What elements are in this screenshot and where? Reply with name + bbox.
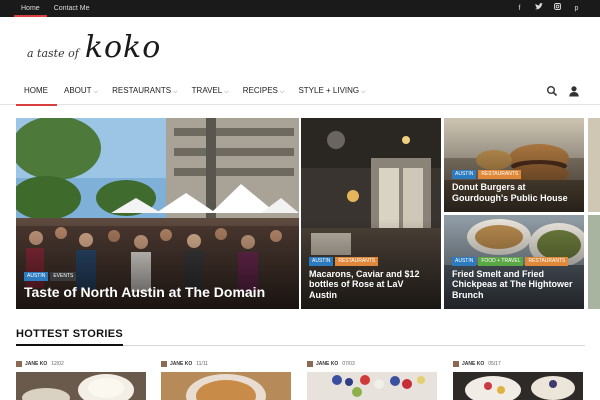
nav-item-restaurants[interactable]: RESTAURANTS ⌵ <box>105 78 185 105</box>
avatar <box>453 361 459 367</box>
post-date: 11/11 <box>196 361 209 367</box>
story-thumbnail-3[interactable] <box>307 372 437 400</box>
featured-image-partial <box>588 118 600 309</box>
story-thumbnail-4[interactable] <box>453 372 583 400</box>
tag-list: AUSTIN RESTAURANTS <box>452 170 576 180</box>
post-date: 07/03 <box>342 361 355 367</box>
story-image-1 <box>16 372 146 400</box>
nav-item-label: HOME <box>24 86 48 95</box>
story-image-3 <box>307 372 437 400</box>
tag-list: AUSTIN EVENTS <box>24 272 291 282</box>
avatar <box>307 361 313 367</box>
featured-post-2[interactable]: AUSTIN RESTAURANTS Macarons, Caviar and … <box>301 118 441 309</box>
chevron-down-icon: ⌵ <box>279 89 285 95</box>
tag-restaurants[interactable]: RESTAURANTS <box>335 256 379 266</box>
featured-overlay-4: AUSTIN FOOD + TRAVEL RESTAURANTS Fried S… <box>444 218 584 309</box>
story-thumbnail-1[interactable] <box>16 372 146 400</box>
avatar <box>161 361 167 367</box>
top-link-contact[interactable]: Contact Me <box>47 0 97 17</box>
section-header: HOTTEST STORIES <box>16 324 585 346</box>
tag-food-travel[interactable]: FOOD + TRAVEL <box>478 256 524 266</box>
nav-item-label: RESTAURANTS <box>112 86 172 95</box>
featured-post-4[interactable]: AUSTIN FOOD + TRAVEL RESTAURANTS Fried S… <box>444 215 584 309</box>
top-link-home[interactable]: Home <box>14 0 47 17</box>
logo-tagline: a taste of <box>27 47 79 60</box>
nav-item-label: ABOUT <box>64 86 92 95</box>
avatar <box>16 361 22 367</box>
tag-list: AUSTIN FOOD + TRAVEL RESTAURANTS <box>452 256 576 266</box>
featured-title-2[interactable]: Macarons, Caviar and $12 bottles of Rose… <box>309 269 433 301</box>
story-image-2 <box>161 372 291 400</box>
tag-austin[interactable]: AUSTIN <box>452 256 477 266</box>
featured-post-3[interactable]: AUSTIN RESTAURANTS Donut Burgers at Gour… <box>444 118 584 212</box>
pinterest-icon[interactable]: p <box>567 0 586 17</box>
nav-item-recipes[interactable]: RECIPES ⌵ <box>236 78 292 105</box>
story-meta-4: JANE KO 05/17 <box>453 360 501 368</box>
nav-item-home[interactable]: HOME <box>16 78 57 106</box>
nav-item-label: RECIPES <box>242 86 278 95</box>
featured-title-1[interactable]: Taste of North Austin at The Domain <box>24 284 291 301</box>
site-logo[interactable]: a taste of koko <box>27 30 161 66</box>
nav-item-about[interactable]: ABOUT ⌵ <box>57 78 105 105</box>
nav-item-label: TRAVEL <box>191 86 223 95</box>
author-name[interactable]: JANE KO <box>316 361 338 367</box>
main-nav: HOME ABOUT ⌵ RESTAURANTS ⌵ TRAVEL ⌵ RECIPES… <box>0 78 600 106</box>
author-name[interactable]: JANE KO <box>25 361 47 367</box>
chevron-down-icon: ⌵ <box>93 89 99 95</box>
tag-austin[interactable]: AUSTIN <box>452 170 477 180</box>
chevron-down-icon: ⌵ <box>361 89 366 95</box>
tag-restaurants[interactable]: RESTAURANTS <box>525 256 569 266</box>
author-name[interactable]: JANE KO <box>170 361 192 367</box>
story-thumbnail-2[interactable] <box>161 372 291 400</box>
top-nav: Home Contact Me <box>14 0 96 17</box>
featured-post-1[interactable]: AUSTIN EVENTS Taste of North Austin at T… <box>16 118 299 309</box>
tag-austin[interactable]: AUSTIN <box>309 256 334 266</box>
facebook-icon[interactable]: f <box>510 0 529 17</box>
twitter-icon[interactable] <box>529 0 548 17</box>
story-meta-1: JANE KO 12/02 <box>16 360 64 368</box>
featured-overlay-1: AUSTIN EVENTS Taste of North Austin at T… <box>16 219 299 309</box>
story-image-4 <box>453 372 583 400</box>
instagram-icon[interactable] <box>548 0 567 17</box>
chevron-down-icon: ⌵ <box>173 89 178 95</box>
social-links: f p <box>510 0 586 17</box>
top-bar: Home Contact Me f p <box>0 0 600 17</box>
featured-overlay-2: AUSTIN RESTAURANTS Macarons, Caviar and … <box>301 218 441 309</box>
tag-events[interactable]: EVENTS <box>50 272 77 282</box>
story-meta-3: JANE KO 07/03 <box>307 360 355 368</box>
search-icon[interactable] <box>546 84 558 97</box>
nav-icons <box>546 84 580 97</box>
tag-list: AUSTIN RESTAURANTS <box>309 256 433 266</box>
user-icon[interactable] <box>568 84 580 97</box>
featured-title-4[interactable]: Fried Smelt and Fried Chickpeas at The H… <box>452 269 576 301</box>
section-title: HOTTEST STORIES <box>16 325 123 346</box>
story-meta-2: JANE KO 11/11 <box>161 360 208 368</box>
post-date: 12/02 <box>51 361 64 367</box>
featured-post-partial[interactable] <box>588 118 600 309</box>
tag-restaurants[interactable]: RESTAURANTS <box>478 170 522 180</box>
main-nav-list: HOME ABOUT ⌵ RESTAURANTS ⌵ TRAVEL ⌵ RECIPES… <box>16 78 373 106</box>
chevron-down-icon: ⌵ <box>224 89 229 95</box>
tag-austin[interactable]: AUSTIN <box>24 272 49 282</box>
featured-overlay-3: AUSTIN RESTAURANTS Donut Burgers at Gour… <box>444 122 584 212</box>
nav-item-style-living[interactable]: STYLE + LIVING ⌵ <box>291 78 372 105</box>
logo-wordmark: koko <box>84 30 162 65</box>
author-name[interactable]: JANE KO <box>462 361 484 367</box>
nav-item-travel[interactable]: TRAVEL ⌵ <box>185 78 236 105</box>
featured-title-3[interactable]: Donut Burgers at Gourdough's Public Hous… <box>452 182 576 204</box>
post-date: 05/17 <box>488 361 501 367</box>
nav-item-label: STYLE + LIVING <box>298 86 360 95</box>
